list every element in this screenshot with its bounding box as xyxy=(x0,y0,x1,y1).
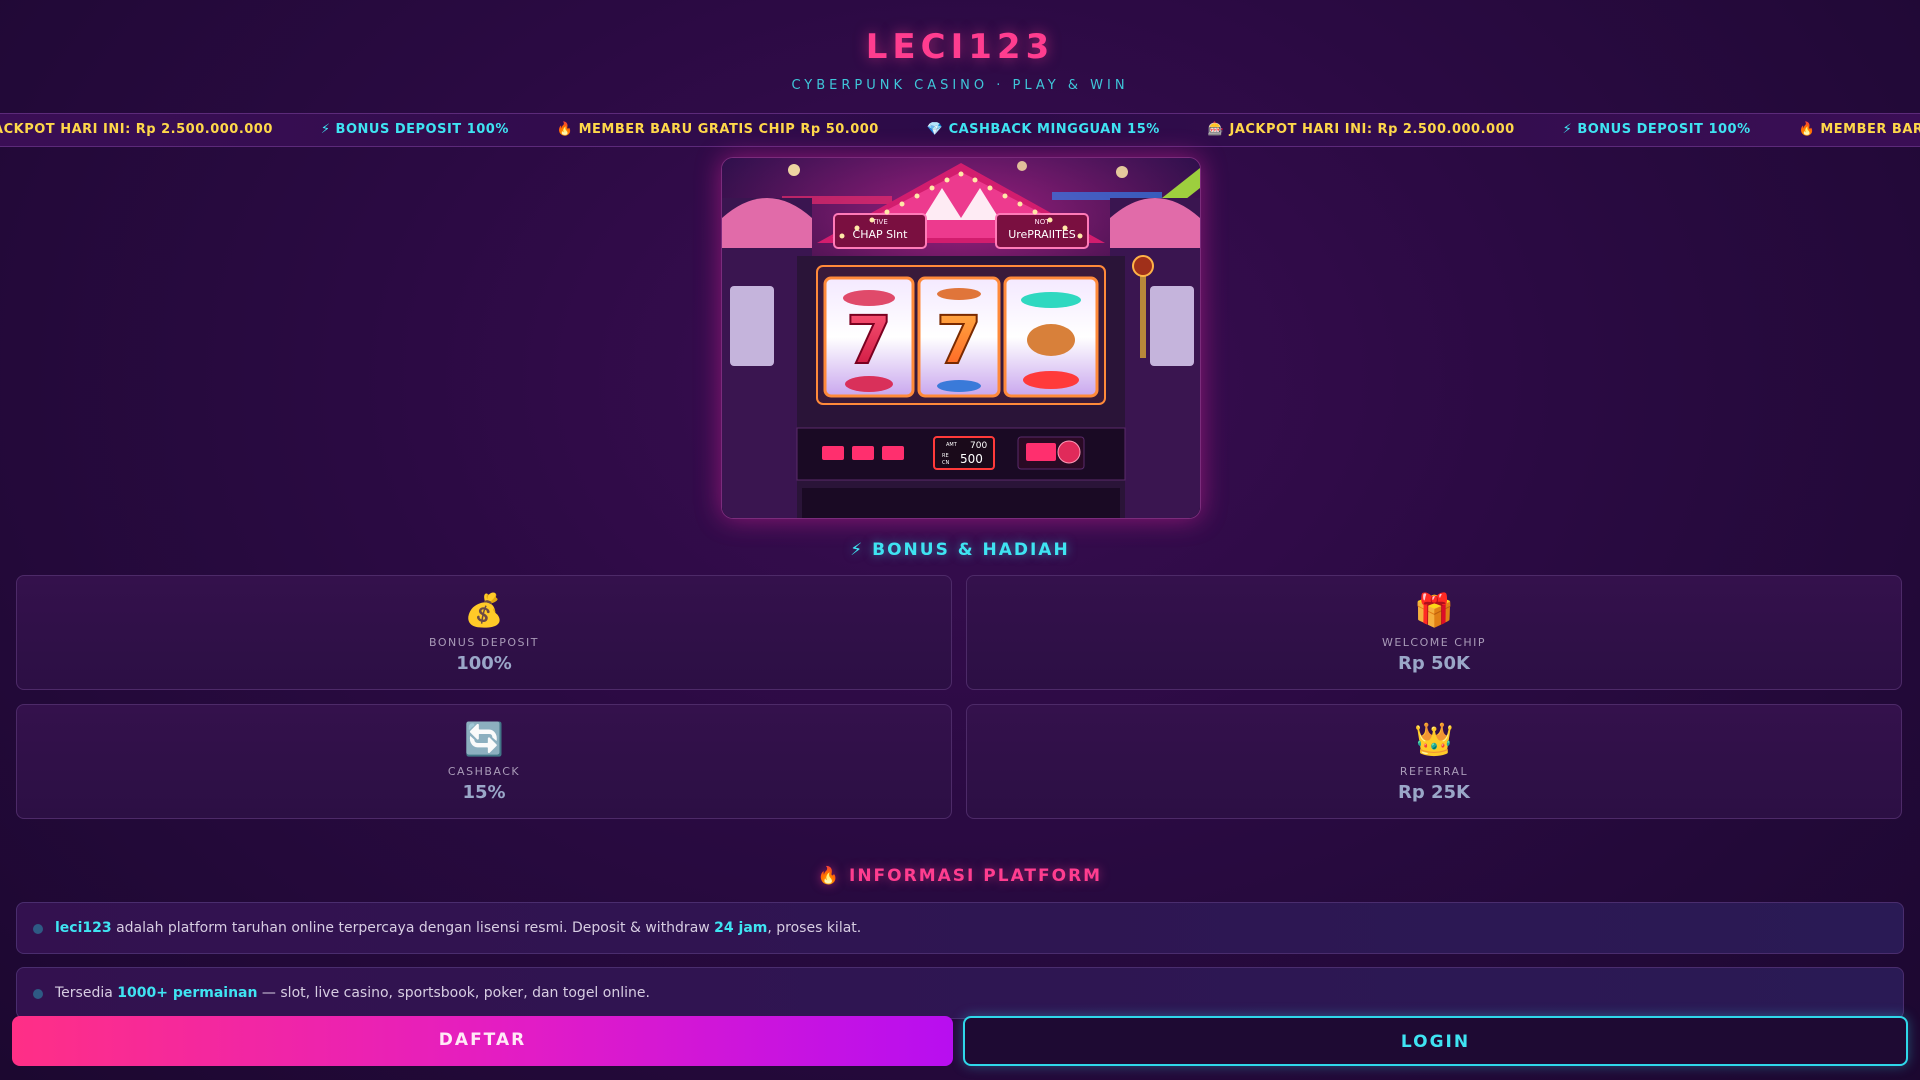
bonus-card-value: Rp 25K xyxy=(1397,782,1470,803)
bonus-card-label: BONUS DEPOSIT xyxy=(429,636,539,649)
info-text: adalah platform taruhan online terpercay… xyxy=(111,920,715,936)
ticker-item: 🔥 MEMBER BARU GRATIS CHIP Rp 50.000 xyxy=(1798,122,1920,137)
site-header: LECI123 CYBERPUNK CASINO · PLAY & WIN xyxy=(0,24,1920,94)
info-text: — slot, live casino, sportsbook, poker, … xyxy=(257,985,650,1001)
bonus-card-value: Rp 50K xyxy=(1397,653,1470,674)
crown-icon: 👑 xyxy=(1414,720,1454,758)
bonus-card-label: CASHBACK xyxy=(447,765,521,778)
login-button[interactable]: LOGIN xyxy=(963,1016,1908,1066)
bonus-card-value: 15% xyxy=(462,782,506,803)
daftar-button[interactable]: DAFTAR xyxy=(12,1016,953,1066)
ticker-item: 🎰 JACKPOT HARI INI: Rp 2.500.000.000 xyxy=(1207,122,1515,137)
info-row: Tersedia 1000+ permainan — slot, live ca… xyxy=(16,967,1904,1019)
bonus-section-title: ⚡ BONUS & HADIAH xyxy=(850,540,1070,560)
bonus-card-cashback[interactable]: 🔄 CASHBACK 15% xyxy=(16,704,952,819)
svg-text:7: 7 xyxy=(846,302,892,379)
bonus-card-label: REFERRAL xyxy=(1399,765,1469,778)
info-row: leci123 adalah platform taruhan online t… xyxy=(16,902,1904,954)
counter-small-label-amt: AMT xyxy=(946,442,958,448)
bullet-dot-icon xyxy=(33,924,43,934)
slot-machine-hero-image: TIVE CHAP Slnt NOT UrePRAIITES 7 7 AMT 7… xyxy=(721,157,1201,519)
ticker-item: ⚡ BONUS DEPOSIT 100% xyxy=(320,122,509,137)
bonus-card-value: 100% xyxy=(456,653,512,674)
bullet-dot-icon xyxy=(33,989,43,999)
brand-highlight: leci123 xyxy=(55,920,112,936)
money-bag-icon: 💰 xyxy=(464,591,504,629)
counter-small-label-re: RE xyxy=(942,453,949,459)
counter-small-label-cn: CN xyxy=(942,460,949,466)
ticker-item: 💎 CASHBACK MINGGUAN 15% xyxy=(926,122,1160,137)
counter-value: 500 xyxy=(960,452,983,466)
ticker-track: 🎰 JACKPOT HARI INI: Rp 2.500.000.000 ⚡ BO… xyxy=(0,114,1920,146)
brand-logo[interactable]: LECI123 xyxy=(0,24,1920,70)
bonus-card-welcome-chip[interactable]: 🎁 WELCOME CHIP Rp 50K xyxy=(966,575,1902,690)
ticker-item: 🔥 MEMBER BARU GRATIS CHIP Rp 50.000 xyxy=(556,122,879,137)
ticker-item: ⚡ BONUS DEPOSIT 100% xyxy=(1562,122,1751,137)
marquee-left-label: CHAP Slnt xyxy=(853,228,909,241)
slot-machine-illustration: TIVE CHAP Slnt NOT UrePRAIITES 7 7 AMT 7… xyxy=(722,158,1200,518)
bonus-card-deposit[interactable]: 💰 BONUS DEPOSIT 100% xyxy=(16,575,952,690)
promo-ticker: 🎰 JACKPOT HARI INI: Rp 2.500.000.000 ⚡ BO… xyxy=(0,113,1920,147)
info-highlight: 24 jam xyxy=(714,920,768,936)
ticker-item: 🎰 JACKPOT HARI INI: Rp 2.500.000.000 xyxy=(0,122,273,137)
info-text: , proses kilat. xyxy=(767,920,862,936)
svg-text:7: 7 xyxy=(936,302,982,379)
info-section-title: 🔥 INFORMASI PLATFORM xyxy=(817,866,1103,886)
brand-tagline: CYBERPUNK CASINO · PLAY & WIN xyxy=(791,78,1129,93)
refresh-icon: 🔄 xyxy=(464,720,504,758)
info-highlight: 1000+ permainan xyxy=(117,985,258,1001)
bonus-card-label: WELCOME CHIP xyxy=(1381,636,1487,649)
counter-top-value: 700 xyxy=(970,441,987,451)
info-text: Tersedia xyxy=(55,985,118,1001)
bonus-card-referral[interactable]: 👑 REFERRAL Rp 25K xyxy=(966,704,1902,819)
gift-icon: 🎁 xyxy=(1414,591,1454,629)
